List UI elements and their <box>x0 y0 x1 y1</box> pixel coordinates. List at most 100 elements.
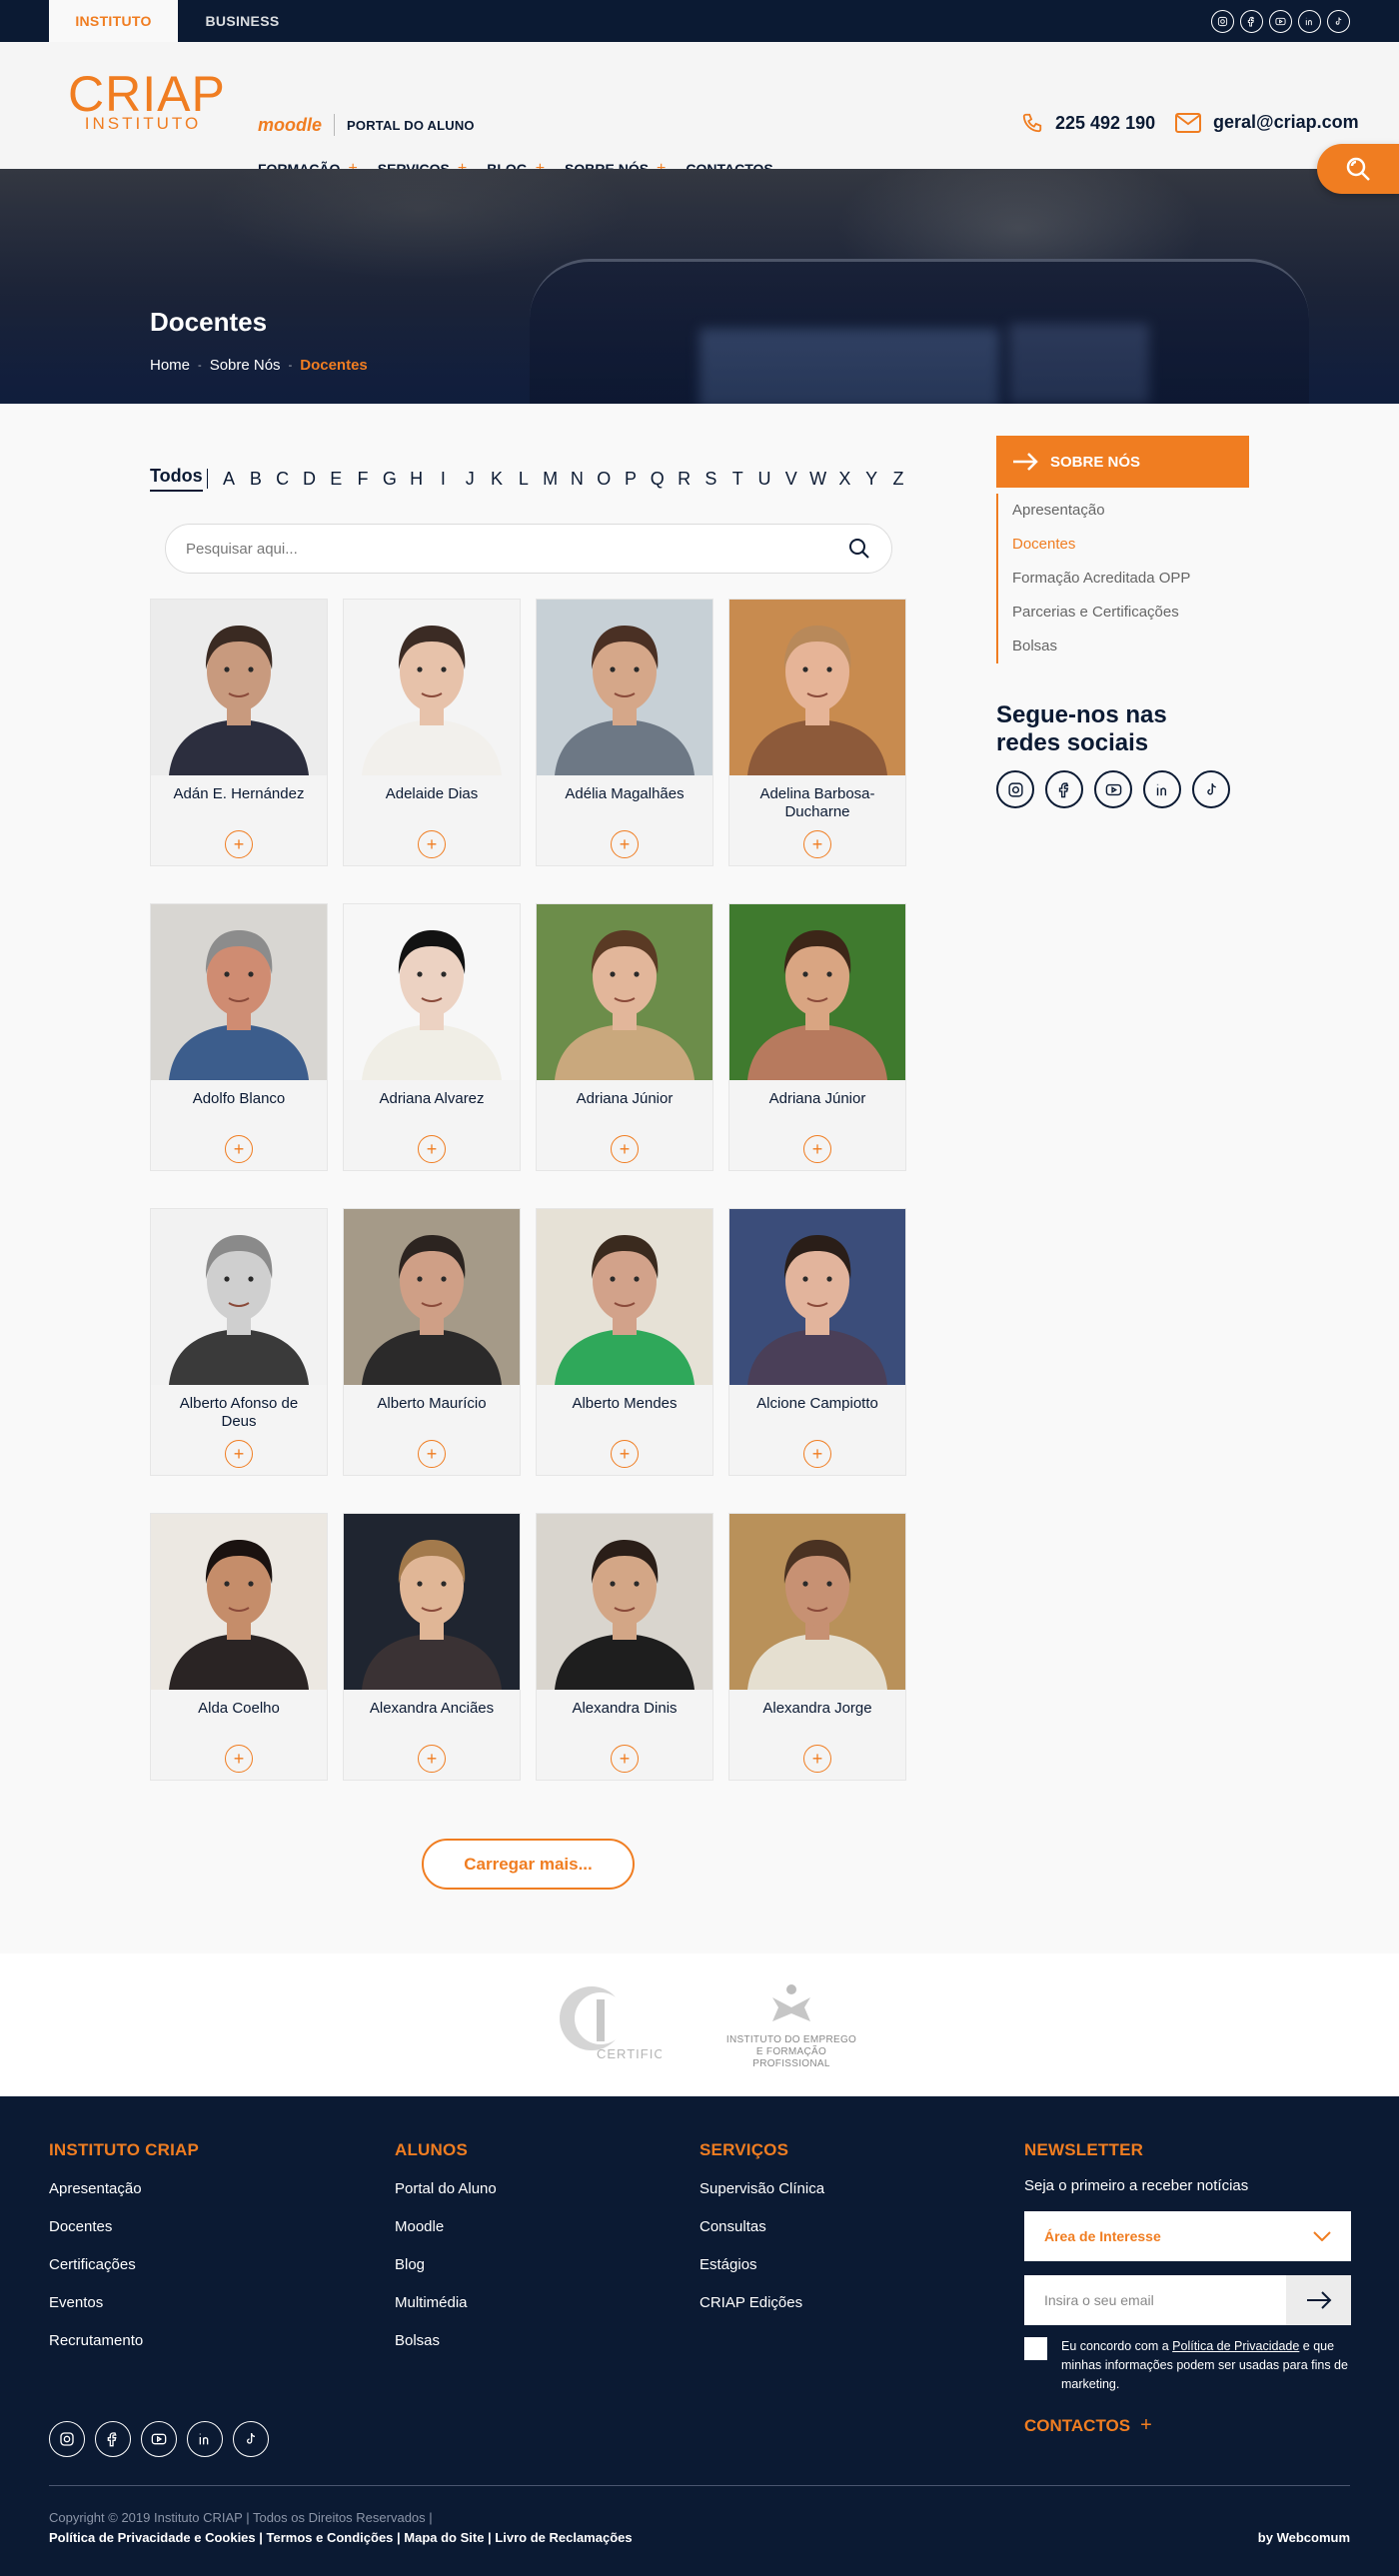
filter-letter-j[interactable]: J <box>457 469 484 490</box>
filter-letter-y[interactable]: Y <box>858 469 885 490</box>
plus-icon[interactable]: + <box>611 1135 639 1163</box>
teacher-card[interactable]: Adelaide Dias + <box>343 599 521 866</box>
footer-link[interactable]: Blog <box>395 2257 497 2295</box>
filter-letter-u[interactable]: U <box>751 469 778 490</box>
sidebar-item-apresenta-o[interactable]: Apresentação <box>1012 494 1190 528</box>
plus-icon[interactable]: + <box>611 830 639 858</box>
teacher-card[interactable]: Alexandra Anciães + <box>343 1513 521 1781</box>
footer-link[interactable]: Consultas <box>700 2219 824 2257</box>
footer-link[interactable]: Certificações <box>49 2257 199 2295</box>
teacher-photo[interactable] <box>537 600 712 775</box>
footer-link[interactable]: Portal do Aluno <box>395 2181 497 2219</box>
instagram-icon[interactable] <box>49 2421 85 2457</box>
footer-link[interactable]: Supervisão Clínica <box>700 2181 824 2219</box>
linkedin-icon[interactable] <box>1143 770 1181 808</box>
teacher-card[interactable]: Alberto Afonso de Deus + <box>150 1208 328 1476</box>
footer-link[interactable]: Apresentação <box>49 2181 199 2219</box>
iefp-logo[interactable]: INSTITUTO DO EMPREGO E FORMAÇÃO PROFISSI… <box>721 1983 861 2069</box>
teacher-card[interactable]: Adriana Júnior + <box>728 903 906 1171</box>
instagram-icon[interactable] <box>996 770 1034 808</box>
footer-link[interactable]: Bolsas <box>395 2333 497 2371</box>
filter-letter-g[interactable]: G <box>376 469 403 490</box>
footer-link[interactable]: CRIAP Edições <box>700 2295 824 2333</box>
plus-icon[interactable]: + <box>418 830 446 858</box>
teacher-photo[interactable] <box>729 1209 905 1385</box>
plus-icon[interactable]: + <box>803 1135 831 1163</box>
facebook-icon[interactable] <box>1240 10 1263 33</box>
teacher-card[interactable]: Alberto Mendes + <box>536 1208 713 1476</box>
search-input[interactable] <box>186 540 847 558</box>
filter-letter-t[interactable]: T <box>724 469 751 490</box>
teacher-photo[interactable] <box>729 600 905 775</box>
facebook-icon[interactable] <box>95 2421 131 2457</box>
filter-letter-h[interactable]: H <box>403 469 430 490</box>
teacher-card[interactable]: Alexandra Dinis + <box>536 1513 713 1781</box>
plus-icon[interactable]: + <box>418 1135 446 1163</box>
teacher-photo[interactable] <box>344 1514 520 1690</box>
youtube-icon[interactable] <box>1094 770 1132 808</box>
header-phone[interactable]: 225 492 190 <box>1021 112 1155 134</box>
teacher-card[interactable]: Adélia Magalhães + <box>536 599 713 866</box>
header-email[interactable]: geral@criap.com <box>1175 112 1359 133</box>
filter-letter-s[interactable]: S <box>698 469 724 490</box>
newsletter-email-input[interactable] <box>1024 2275 1286 2325</box>
teacher-photo[interactable] <box>729 1514 905 1690</box>
tiktok-icon[interactable] <box>1327 10 1350 33</box>
filter-letter-m[interactable]: M <box>537 469 564 490</box>
filter-letter-p[interactable]: P <box>618 469 645 490</box>
load-more-button[interactable]: Carregar mais... <box>422 1839 635 1890</box>
plus-icon[interactable]: + <box>803 1440 831 1468</box>
filter-letter-v[interactable]: V <box>777 469 804 490</box>
tiktok-icon[interactable] <box>1192 770 1230 808</box>
filter-letter-e[interactable]: E <box>323 469 350 490</box>
teacher-photo[interactable] <box>344 904 520 1080</box>
teacher-photo[interactable] <box>151 904 327 1080</box>
search-button[interactable] <box>1317 144 1399 194</box>
teacher-photo[interactable] <box>151 1209 327 1385</box>
breadcrumb-home[interactable]: Home <box>150 357 190 374</box>
teacher-card[interactable]: Adriana Júnior + <box>536 903 713 1171</box>
tiktok-icon[interactable] <box>233 2421 269 2457</box>
plus-icon[interactable]: + <box>225 1135 253 1163</box>
filter-letter-i[interactable]: I <box>430 469 457 490</box>
teacher-card[interactable]: Alberto Maurício + <box>343 1208 521 1476</box>
plus-icon[interactable]: + <box>418 1745 446 1773</box>
teacher-photo[interactable] <box>344 600 520 775</box>
filter-letter-f[interactable]: F <box>350 469 377 490</box>
filter-letter-z[interactable]: Z <box>885 469 912 490</box>
linkedin-icon[interactable] <box>1298 10 1321 33</box>
filter-letter-w[interactable]: W <box>804 469 831 490</box>
footer-link[interactable]: Moodle <box>395 2219 497 2257</box>
teacher-card[interactable]: Adán E. Hernández + <box>150 599 328 866</box>
filter-letter-k[interactable]: K <box>484 469 511 490</box>
plus-icon[interactable]: + <box>611 1745 639 1773</box>
plus-icon[interactable]: + <box>225 830 253 858</box>
youtube-icon[interactable] <box>141 2421 177 2457</box>
legal-links[interactable]: Política de Privacidade e Cookies | Term… <box>49 2530 633 2545</box>
youtube-icon[interactable] <box>1269 10 1292 33</box>
footer-link[interactable]: Estágios <box>700 2257 824 2295</box>
interest-select[interactable]: Área de Interesse <box>1024 2211 1351 2261</box>
instagram-icon[interactable] <box>1211 10 1234 33</box>
filter-letter-b[interactable]: B <box>242 469 269 490</box>
footer-link[interactable]: Recrutamento <box>49 2333 199 2371</box>
teacher-photo[interactable] <box>729 904 905 1080</box>
plus-icon[interactable]: + <box>803 830 831 858</box>
footer-link[interactable]: Docentes <box>49 2219 199 2257</box>
teacher-card[interactable]: Alda Coelho + <box>150 1513 328 1781</box>
filter-letter-d[interactable]: D <box>296 469 323 490</box>
sidebar-item-docentes[interactable]: Docentes <box>1012 528 1190 562</box>
footer-link[interactable]: Multimédia <box>395 2295 497 2333</box>
privacy-policy-link[interactable]: Política de Privacidade <box>1172 2339 1299 2353</box>
teacher-card[interactable]: Adolfo Blanco + <box>150 903 328 1171</box>
breadcrumb-sobre-nos[interactable]: Sobre Nós <box>210 357 281 374</box>
teacher-photo[interactable] <box>537 1514 712 1690</box>
teacher-card[interactable]: Alexandra Jorge + <box>728 1513 906 1781</box>
filter-letter-r[interactable]: R <box>671 469 698 490</box>
filter-letter-x[interactable]: X <box>831 469 858 490</box>
criap-logo[interactable]: CRIAP INSTITUTO <box>68 69 225 140</box>
plus-icon[interactable]: + <box>418 1440 446 1468</box>
plus-icon[interactable]: + <box>611 1440 639 1468</box>
filter-all[interactable]: Todos <box>150 466 203 492</box>
tab-instituto[interactable]: INSTITUTO <box>49 0 178 42</box>
